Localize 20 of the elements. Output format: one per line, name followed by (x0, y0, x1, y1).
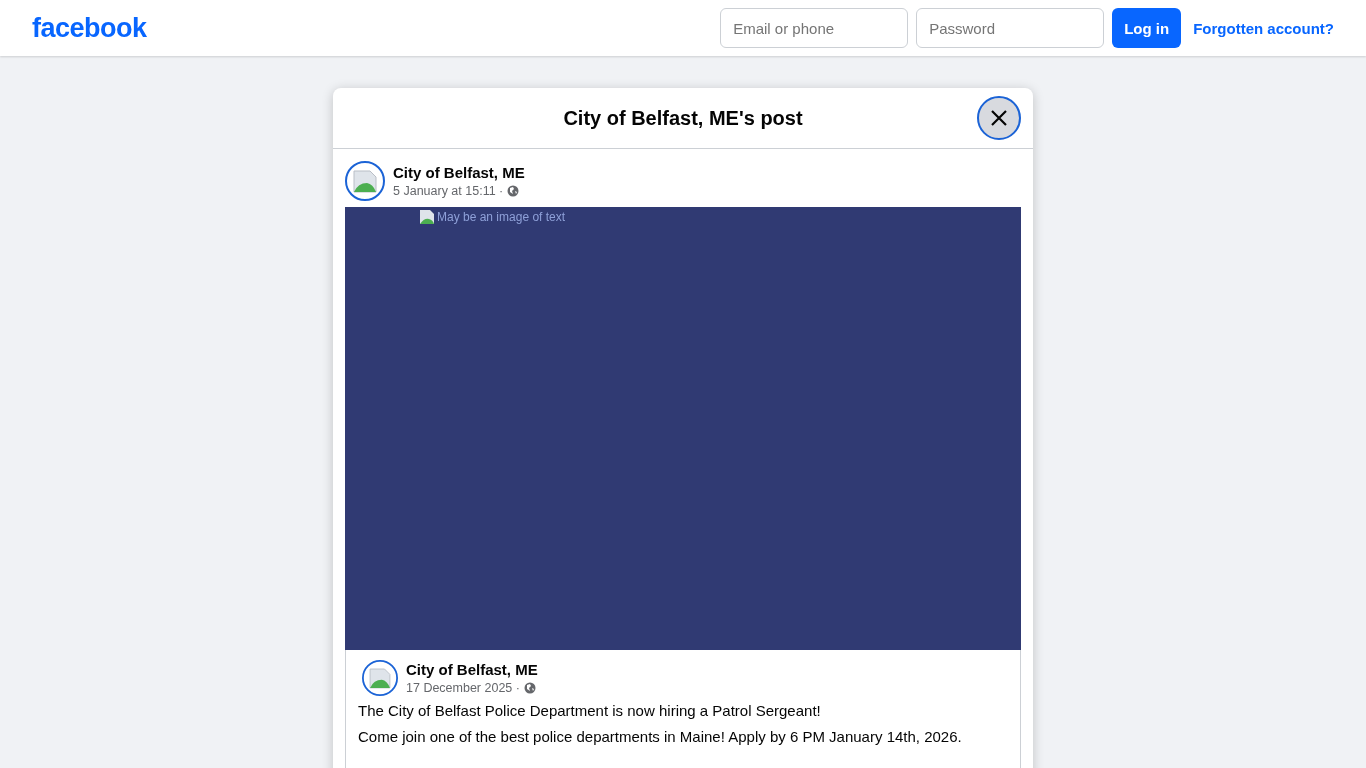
author-name[interactable]: City of Belfast, ME (406, 661, 538, 678)
post-text: Come join one of the best police departments in Maine! Apply by 6 PM January 14th, 2026. (358, 728, 963, 745)
avatar-icon[interactable] (345, 161, 385, 201)
author-name[interactable]: City of Belfast, ME (393, 164, 525, 181)
avatar-icon[interactable] (362, 660, 398, 696)
email-field[interactable]: Email or phone (720, 8, 909, 48)
close-icon (990, 109, 1008, 127)
post-text: The City of Belfast Police Department is now hiring a Patrol Sergeant! (358, 702, 822, 719)
forgot-link[interactable]: Forgotten account? (1193, 19, 1334, 37)
globe-icon (507, 185, 520, 197)
logo[interactable]: facebook (32, 12, 147, 44)
login-button[interactable]: Log in (1112, 8, 1182, 48)
post-time[interactable]: 17 December 2025 · (406, 681, 520, 695)
globe-icon (523, 682, 536, 694)
broken-image-icon (419, 209, 435, 225)
dialog-title: City of Belfast, ME's post (563, 106, 803, 130)
close-button[interactable] (977, 96, 1021, 140)
password-field[interactable]: Password (916, 8, 1105, 48)
image-alt-text: May be an image of text (437, 210, 566, 224)
post-time[interactable]: 5 January at 15:11 · (393, 184, 504, 198)
